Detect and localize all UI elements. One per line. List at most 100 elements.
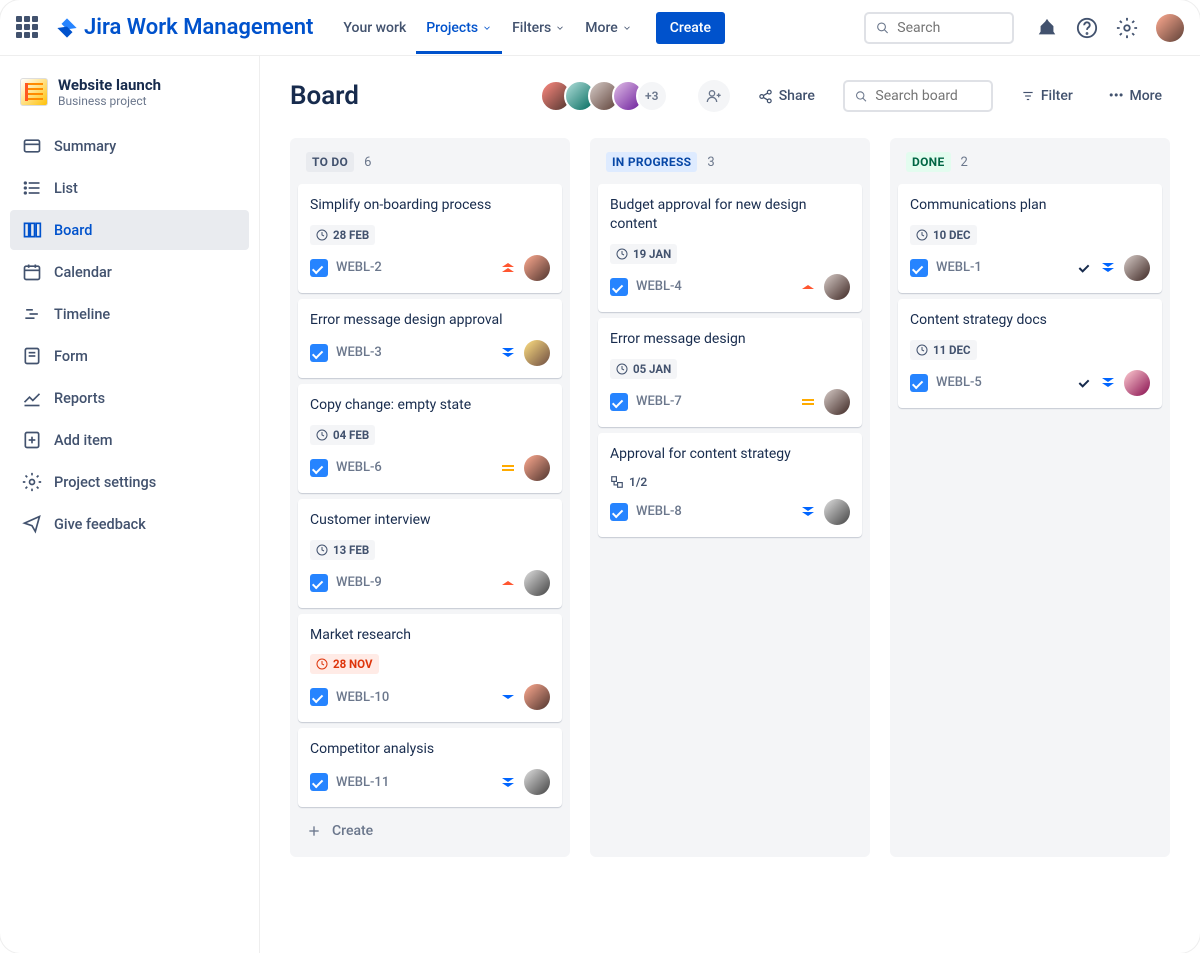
project-header[interactable]: Website launch Business project [10,76,249,126]
top-navigation: Jira Work Management Your workProjectsFi… [0,0,1200,56]
more-icon: ••• [1109,88,1124,104]
board-header: Board +3 Share Filter [290,80,1170,112]
issue-key: WEBL-3 [336,345,382,360]
column-header: DONE 2 [898,152,1162,184]
priority-high-icon [500,575,516,591]
task-type-icon [610,278,628,296]
card-title: Competitor analysis [310,740,550,759]
add-icon [22,430,42,450]
sidebar-item-calendar[interactable]: Calendar [10,252,249,292]
more-button[interactable]: ••• More [1101,82,1170,110]
column-title[interactable]: TO DO [306,152,354,172]
add-people-button[interactable] [698,80,730,112]
profile-avatar[interactable] [1156,14,1184,42]
chevron-down-icon [555,23,565,33]
clock-icon [316,658,328,670]
avatar-stack[interactable]: +3 [548,80,668,112]
assignee-avatar[interactable] [524,570,550,596]
assignee-avatar[interactable] [1124,255,1150,281]
issue-key: WEBL-6 [336,460,382,475]
assignee-avatar[interactable] [1124,370,1150,396]
issue-key: WEBL-10 [336,690,389,705]
sidebar-item-project-settings[interactable]: Project settings [10,462,249,502]
sidebar-item-board[interactable]: Board [10,210,249,250]
assignee-avatar[interactable] [524,255,550,281]
share-icon [758,89,773,104]
issue-key: WEBL-2 [336,260,382,275]
assignee-avatar[interactable] [524,684,550,710]
card[interactable]: Communications plan 10 DEC WEBL-1 [898,184,1162,293]
chevron-down-icon [482,23,492,33]
share-button[interactable]: Share [750,82,823,110]
column-title[interactable]: DONE [906,152,951,172]
nav-item-more[interactable]: More [575,2,642,54]
due-date-chip: 28 NOV [310,654,379,674]
column-title[interactable]: IN PROGRESS [606,152,697,172]
sidebar-item-summary[interactable]: Summary [10,126,249,166]
card[interactable]: Simplify on-boarding process 28 FEB WEBL… [298,184,562,293]
board-search-input[interactable] [875,88,980,104]
priority-low-icon [500,689,516,705]
product-logo[interactable]: Jira Work Management [56,15,313,40]
sidebar-item-timeline[interactable]: Timeline [10,294,249,334]
add-person-icon [706,88,722,104]
global-search-input[interactable] [897,20,1002,36]
nav-item-projects[interactable]: Projects [416,2,502,54]
board-icon [22,220,42,240]
column-done: DONE 2 Communications plan 10 DEC WEBL-1… [890,138,1170,857]
more-label: More [1129,88,1162,104]
card[interactable]: Copy change: empty state 04 FEB WEBL-6 [298,384,562,493]
nav-item-your-work[interactable]: Your work [333,2,416,54]
card[interactable]: Content strategy docs 11 DEC WEBL-5 [898,299,1162,408]
card-title: Market research [310,626,550,645]
settings-icon[interactable] [1116,17,1138,39]
sidebar-label: Add item [54,432,112,449]
assignee-avatar[interactable] [824,274,850,300]
card[interactable]: Budget approval for new design content 1… [598,184,862,312]
assignee-avatar[interactable] [524,340,550,366]
due-date-chip: 28 FEB [310,225,375,245]
sidebar-item-give-feedback[interactable]: Give feedback [10,504,249,544]
app-switcher-icon[interactable] [16,16,40,40]
task-type-icon [310,344,328,362]
notifications-icon[interactable] [1036,17,1058,39]
board-search[interactable] [843,80,993,112]
assignee-avatar[interactable] [524,455,550,481]
card-title: Simplify on-boarding process [310,196,550,215]
clock-icon [616,248,628,260]
priority-lowest-icon [800,504,816,520]
search-icon [876,20,889,36]
column-todo: TO DO 6 Simplify on-boarding process 28 … [290,138,570,857]
card-title: Communications plan [910,196,1150,215]
card[interactable]: Competitor analysis WEBL-11 [298,728,562,807]
nav-item-filters[interactable]: Filters [502,2,575,54]
sidebar-item-add-item[interactable]: Add item [10,420,249,460]
board-main: Board +3 Share Filter [260,56,1200,953]
assignee-avatar[interactable] [524,769,550,795]
avatar-overflow[interactable]: +3 [636,80,668,112]
task-type-icon [310,574,328,592]
card-title: Customer interview [310,511,550,530]
filter-button[interactable]: Filter [1013,82,1081,110]
due-date-chip: 13 FEB [310,540,375,560]
card[interactable]: Customer interview 13 FEB WEBL-9 [298,499,562,608]
card[interactable]: Approval for content strategy 1/2 WEBL-8 [598,433,862,537]
calendar-icon [22,262,42,282]
sidebar-item-form[interactable]: Form [10,336,249,376]
due-date-chip: 05 JAN [610,359,677,379]
help-icon[interactable] [1076,17,1098,39]
sidebar-label: Project settings [54,474,156,491]
create-card-button[interactable]: Create [298,813,562,849]
assignee-avatar[interactable] [824,389,850,415]
assignee-avatar[interactable] [824,499,850,525]
card[interactable]: Error message design 05 JAN WEBL-7 [598,318,862,427]
reports-icon [22,388,42,408]
sidebar-item-list[interactable]: List [10,168,249,208]
global-search[interactable] [864,12,1014,44]
card[interactable]: Error message design approval WEBL-3 [298,299,562,378]
search-icon [855,89,868,104]
card[interactable]: Market research 28 NOV WEBL-10 [298,614,562,723]
sidebar-item-reports[interactable]: Reports [10,378,249,418]
sidebar: Website launch Business project SummaryL… [0,56,260,953]
create-button[interactable]: Create [656,12,725,44]
